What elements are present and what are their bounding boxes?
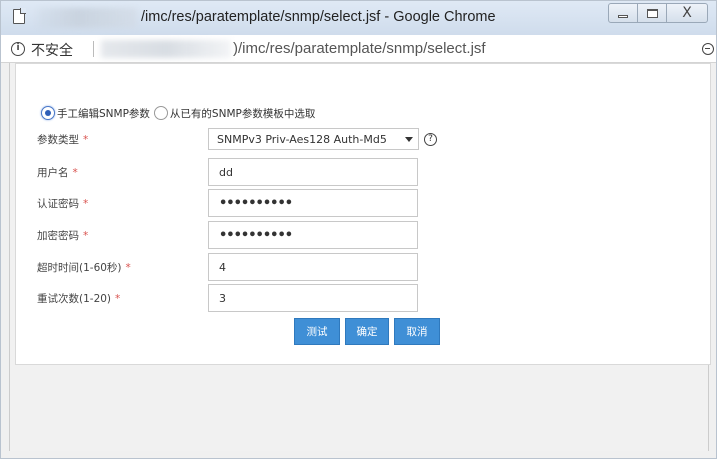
priv-password-label-text: 加密密码 (37, 229, 79, 242)
param-type-select[interactable]: SNMPv3 Priv-Aes128 Auth-Md5 (208, 128, 419, 150)
timeout-label-text: 超时时间(1-60秒) (37, 261, 122, 274)
page-icon (13, 8, 26, 24)
page-content: 手工编辑SNMP参数 从已有的SNMP参数模板中选取 参数类型 * SNMPv3 … (9, 63, 711, 451)
security-label[interactable]: 不安全 (31, 40, 73, 60)
button-bar: 测试 确定 取消 (294, 318, 440, 345)
title-bar: /imc/res/paratemplate/snmp/select.jsf - … (1, 1, 716, 35)
ok-button[interactable]: 确定 (345, 318, 389, 345)
radio-manual-label[interactable]: 手工编辑SNMP参数 (57, 106, 150, 121)
chevron-down-icon (405, 137, 413, 142)
close-button[interactable]: X (666, 3, 708, 23)
timeout-input[interactable]: 4 (208, 253, 418, 281)
required-mark: * (72, 166, 78, 179)
separator (93, 41, 94, 57)
required-mark: * (83, 229, 89, 242)
radio-manual[interactable] (41, 106, 55, 120)
redacted-host (101, 40, 231, 58)
auth-password-label: 认证密码 * (37, 196, 88, 211)
priv-password-input[interactable]: •••••••••• (208, 221, 418, 249)
redacted-host (37, 8, 137, 28)
browser-window: /imc/res/paratemplate/snmp/select.jsf - … (0, 0, 717, 459)
help-icon[interactable]: ? (424, 132, 437, 146)
timeout-label: 超时时间(1-60秒) * (37, 260, 131, 275)
retries-label: 重试次数(1-20) * (37, 291, 120, 306)
window-title: /imc/res/paratemplate/snmp/select.jsf - … (141, 9, 496, 25)
cancel-button[interactable]: 取消 (394, 318, 440, 345)
param-type-label-text: 参数类型 (37, 133, 79, 146)
maximize-button[interactable] (637, 3, 667, 23)
mode-radio-group: 手工编辑SNMP参数 从已有的SNMP参数模板中选取 (41, 105, 319, 121)
username-label-text: 用户名 (37, 166, 69, 179)
zoom-out-icon[interactable] (702, 43, 714, 55)
test-button[interactable]: 测试 (294, 318, 340, 345)
retries-input[interactable]: 3 (208, 284, 418, 312)
radio-template[interactable] (153, 106, 168, 120)
window-controls: X (608, 3, 708, 25)
param-type-value: SNMPv3 Priv-Aes128 Auth-Md5 (217, 132, 387, 146)
param-type-label: 参数类型 * (37, 132, 88, 147)
required-mark: * (83, 133, 89, 146)
username-label: 用户名 * (37, 165, 78, 180)
auth-password-input[interactable]: •••••••••• (208, 189, 418, 217)
username-input[interactable]: dd (208, 158, 418, 186)
retries-label-text: 重试次数(1-20) (37, 292, 112, 305)
address-bar[interactable]: i 不安全 )/imc/res/paratemplate/snmp/select… (1, 35, 716, 63)
snmp-form-panel: 手工编辑SNMP参数 从已有的SNMP参数模板中选取 参数类型 * SNMPv3 … (15, 63, 711, 365)
minimize-icon (618, 14, 628, 18)
maximize-icon (646, 8, 658, 18)
radio-template-label[interactable]: 从已有的SNMP参数模板中选取 (170, 106, 315, 121)
priv-password-label: 加密密码 * (37, 228, 88, 243)
required-mark: * (125, 261, 131, 274)
auth-password-label-text: 认证密码 (37, 197, 79, 210)
minimize-button[interactable] (608, 3, 638, 23)
required-mark: * (115, 292, 121, 305)
close-icon: X (682, 5, 692, 21)
url-text[interactable]: )/imc/res/paratemplate/snmp/select.jsf (233, 40, 486, 57)
required-mark: * (83, 197, 89, 210)
info-icon[interactable]: i (11, 42, 25, 56)
